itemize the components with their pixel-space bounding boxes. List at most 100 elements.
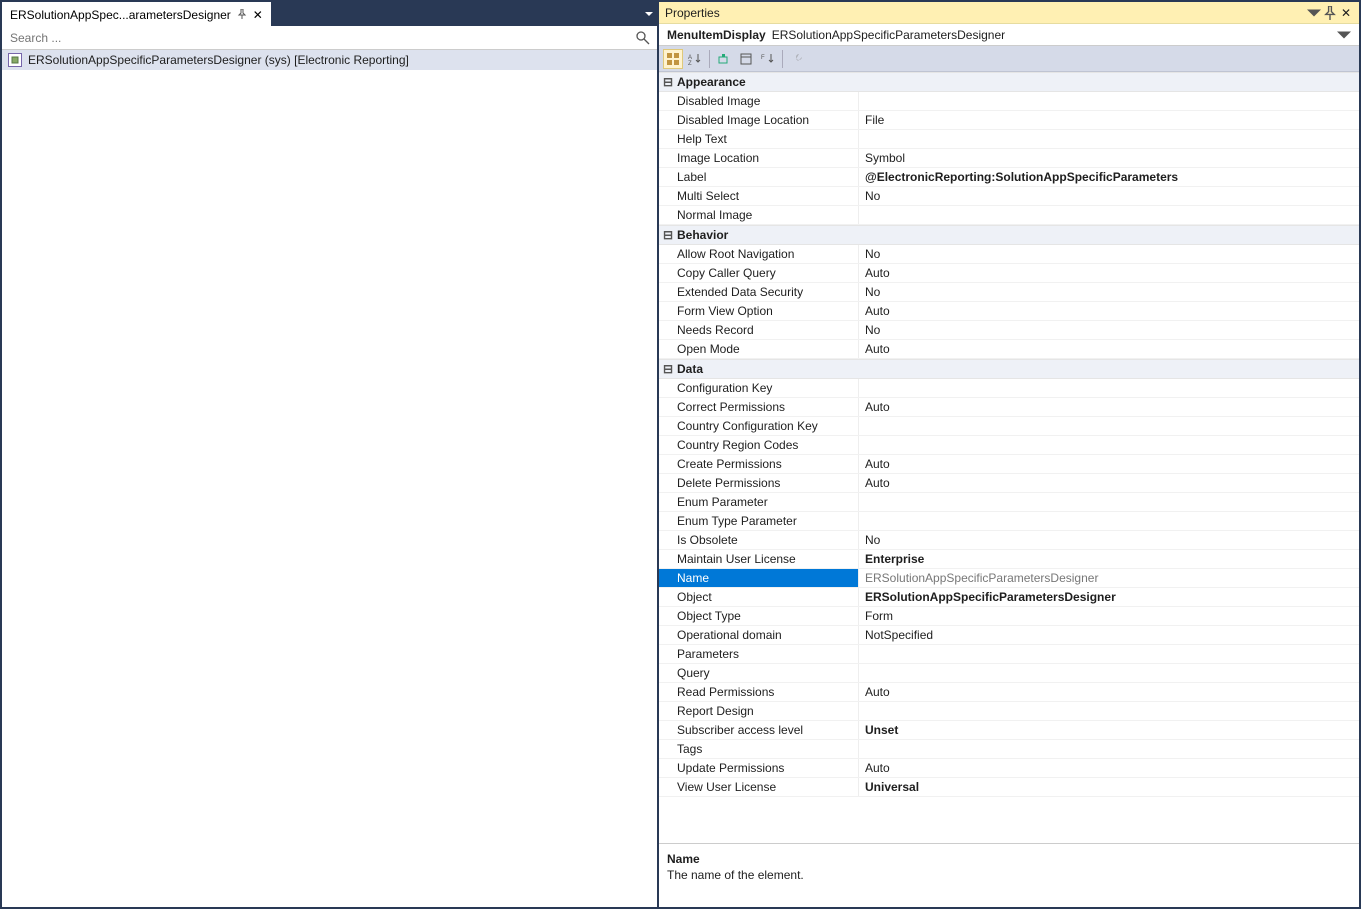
property-row[interactable]: Maintain User LicenseEnterprise — [659, 550, 1359, 569]
property-row[interactable]: Parameters — [659, 645, 1359, 664]
property-row[interactable]: Extended Data SecurityNo — [659, 283, 1359, 302]
property-row[interactable]: Configuration Key — [659, 379, 1359, 398]
collapse-icon[interactable]: ⊟ — [659, 75, 677, 89]
property-value[interactable]: No — [859, 283, 1359, 301]
property-row[interactable]: Query — [659, 664, 1359, 683]
property-row[interactable]: Multi SelectNo — [659, 187, 1359, 206]
property-row[interactable]: Label@ElectronicReporting:SolutionAppSpe… — [659, 168, 1359, 187]
property-row[interactable]: Country Region Codes — [659, 436, 1359, 455]
property-value[interactable]: Auto — [859, 398, 1359, 416]
property-row[interactable]: Is ObsoleteNo — [659, 531, 1359, 550]
property-row[interactable]: Normal Image — [659, 206, 1359, 225]
wrench-button[interactable] — [787, 49, 807, 69]
property-value[interactable]: Auto — [859, 340, 1359, 358]
property-value[interactable] — [859, 92, 1359, 110]
property-row[interactable]: Enum Parameter — [659, 493, 1359, 512]
search-input[interactable] — [8, 30, 635, 46]
close-properties-icon[interactable]: ✕ — [1339, 6, 1353, 20]
property-row[interactable]: Enum Type Parameter — [659, 512, 1359, 531]
category-header[interactable]: ⊟Appearance — [659, 72, 1359, 92]
property-value[interactable]: Auto — [859, 302, 1359, 320]
property-value[interactable] — [859, 493, 1359, 511]
property-value[interactable]: File — [859, 111, 1359, 129]
search-icon[interactable] — [635, 30, 651, 46]
object-dropdown-icon[interactable] — [1337, 28, 1351, 42]
property-row[interactable]: Update PermissionsAuto — [659, 759, 1359, 778]
property-row[interactable]: NameERSolutionAppSpecificParametersDesig… — [659, 569, 1359, 588]
tree-root-item[interactable]: ERSolutionAppSpecificParametersDesigner … — [2, 50, 657, 70]
property-row[interactable]: Copy Caller QueryAuto — [659, 264, 1359, 283]
close-icon[interactable]: ✕ — [253, 9, 263, 21]
property-pages-button[interactable] — [736, 49, 756, 69]
property-value[interactable]: Auto — [859, 683, 1359, 701]
tab-overflow-button[interactable] — [641, 2, 657, 26]
property-name: Object — [659, 588, 859, 606]
collapse-icon[interactable]: ⊟ — [659, 362, 677, 376]
property-value[interactable] — [859, 417, 1359, 435]
property-value[interactable]: No — [859, 531, 1359, 549]
property-row[interactable]: Country Configuration Key — [659, 417, 1359, 436]
property-value[interactable] — [859, 436, 1359, 454]
property-row[interactable]: Object TypeForm — [659, 607, 1359, 626]
property-row[interactable]: Delete PermissionsAuto — [659, 474, 1359, 493]
events-button[interactable]: F — [758, 49, 778, 69]
property-name: Object Type — [659, 607, 859, 625]
property-value[interactable]: ERSolutionAppSpecificParametersDesigner — [859, 569, 1359, 587]
property-row[interactable]: Report Design — [659, 702, 1359, 721]
property-value[interactable] — [859, 206, 1359, 224]
property-value[interactable] — [859, 379, 1359, 397]
object-tree[interactable]: ERSolutionAppSpecificParametersDesigner … — [2, 50, 657, 907]
property-row[interactable]: View User LicenseUniversal — [659, 778, 1359, 797]
property-row[interactable]: ObjectERSolutionAppSpecificParametersDes… — [659, 588, 1359, 607]
property-row[interactable]: Help Text — [659, 130, 1359, 149]
extensions-button[interactable] — [714, 49, 734, 69]
property-row[interactable]: Correct PermissionsAuto — [659, 398, 1359, 417]
property-value[interactable]: Universal — [859, 778, 1359, 796]
collapse-icon[interactable]: ⊟ — [659, 228, 677, 242]
properties-object-header[interactable]: MenuItemDisplay ERSolutionAppSpecificPar… — [659, 24, 1359, 46]
toolbar-separator — [709, 50, 710, 68]
property-value[interactable]: Unset — [859, 721, 1359, 739]
alphabetical-button[interactable]: AZ — [685, 49, 705, 69]
property-value[interactable]: Auto — [859, 264, 1359, 282]
category-header[interactable]: ⊟Data — [659, 359, 1359, 379]
property-row[interactable]: Allow Root NavigationNo — [659, 245, 1359, 264]
property-row[interactable]: Form View OptionAuto — [659, 302, 1359, 321]
property-value[interactable]: Enterprise — [859, 550, 1359, 568]
property-value[interactable]: No — [859, 245, 1359, 263]
category-header[interactable]: ⊟Behavior — [659, 225, 1359, 245]
property-value[interactable]: Symbol — [859, 149, 1359, 167]
property-row[interactable]: Operational domainNotSpecified — [659, 626, 1359, 645]
property-row[interactable]: Needs RecordNo — [659, 321, 1359, 340]
property-value[interactable]: Auto — [859, 455, 1359, 473]
window-dropdown-icon[interactable] — [1307, 6, 1321, 20]
property-value[interactable] — [859, 645, 1359, 663]
property-row[interactable]: Create PermissionsAuto — [659, 455, 1359, 474]
property-value[interactable]: NotSpecified — [859, 626, 1359, 644]
property-row[interactable]: Image LocationSymbol — [659, 149, 1359, 168]
tab-designer[interactable]: ERSolutionAppSpec...arametersDesigner ✕ — [2, 2, 271, 26]
property-row[interactable]: Tags — [659, 740, 1359, 759]
property-value[interactable] — [859, 664, 1359, 682]
property-row[interactable]: Subscriber access levelUnset — [659, 721, 1359, 740]
property-row[interactable]: Open ModeAuto — [659, 340, 1359, 359]
property-value[interactable]: ERSolutionAppSpecificParametersDesigner — [859, 588, 1359, 606]
property-value[interactable]: Form — [859, 607, 1359, 625]
property-row[interactable]: Read PermissionsAuto — [659, 683, 1359, 702]
property-name: Enum Parameter — [659, 493, 859, 511]
pin-icon[interactable] — [237, 8, 247, 22]
property-value[interactable] — [859, 512, 1359, 530]
property-value[interactable]: Auto — [859, 759, 1359, 777]
autohide-pin-icon[interactable] — [1323, 6, 1337, 20]
property-grid[interactable]: ⊟AppearanceDisabled ImageDisabled Image … — [659, 72, 1359, 843]
property-row[interactable]: Disabled Image LocationFile — [659, 111, 1359, 130]
property-value[interactable] — [859, 740, 1359, 758]
property-row[interactable]: Disabled Image — [659, 92, 1359, 111]
property-value[interactable] — [859, 702, 1359, 720]
property-value[interactable] — [859, 130, 1359, 148]
property-value[interactable]: No — [859, 321, 1359, 339]
property-value[interactable]: @ElectronicReporting:SolutionAppSpecific… — [859, 168, 1359, 186]
categorized-button[interactable] — [663, 49, 683, 69]
property-value[interactable]: Auto — [859, 474, 1359, 492]
property-value[interactable]: No — [859, 187, 1359, 205]
